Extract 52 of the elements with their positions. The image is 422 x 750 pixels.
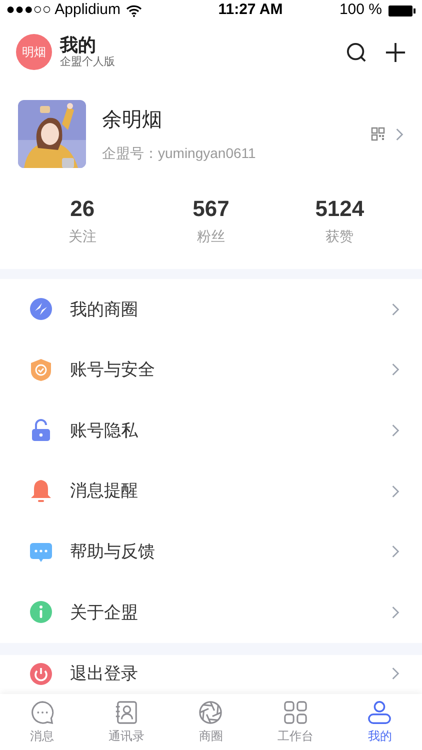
- chevron-icon: [391, 544, 400, 560]
- tab-item[interactable]: 我的: [338, 694, 422, 750]
- grid-icon: [282, 700, 308, 724]
- add-icon[interactable]: [385, 42, 406, 62]
- chevron-icon: [391, 604, 400, 620]
- lock-icon: [29, 418, 53, 442]
- menu-item[interactable]: 我的商圈: [0, 279, 422, 340]
- menu-label: 账号隐私: [70, 420, 139, 442]
- menu-item[interactable]: 消息提醒: [0, 460, 422, 522]
- stat-label: 获赞: [326, 227, 354, 246]
- chevron-icon: [391, 422, 400, 438]
- menu-label: 帮助与反馈: [70, 540, 156, 563]
- chevron-icon: [391, 362, 400, 378]
- stat-count: 567: [192, 198, 230, 220]
- page-title: 我的: [60, 34, 97, 56]
- menu-item[interactable]: 账号隐私: [0, 400, 422, 461]
- chevron-icon: [391, 484, 400, 499]
- person-icon: [367, 700, 392, 724]
- chevron-icon: [391, 302, 400, 317]
- search-icon[interactable]: [346, 42, 367, 62]
- qr-code-icon[interactable]: [371, 127, 385, 141]
- user-name: 余明烟: [102, 108, 163, 132]
- stat-count: 26: [70, 198, 95, 220]
- account-id: 企盟号：yumingyan0611: [102, 144, 256, 163]
- bell-icon: [29, 479, 53, 504]
- stat-label: 粉丝: [196, 227, 225, 246]
- menu-label: 我的商圈: [70, 298, 139, 321]
- subtitle: 企盟个人版: [60, 56, 115, 70]
- carrier-name: ●●●○○ Applidium: [6, 0, 121, 20]
- shield-icon: [29, 358, 53, 382]
- menu-item[interactable]: 退出登录: [0, 654, 422, 693]
- orbit-icon: [29, 297, 53, 322]
- menu-item[interactable]: 帮助与反馈: [0, 521, 422, 582]
- menu-label: 关于企盟: [70, 602, 139, 624]
- menu-label: 消息提醒: [70, 480, 139, 502]
- chat-bubble-icon: [30, 700, 55, 724]
- badge-avatar: 明烟: [16, 34, 52, 70]
- power-icon: [29, 662, 53, 686]
- contact-book-icon: [114, 700, 140, 724]
- clock: 11:27 AM: [218, 0, 283, 20]
- battery-icon: [388, 4, 416, 16]
- stat-label: 关注: [68, 227, 96, 246]
- stat-count: 5124: [315, 198, 364, 220]
- menu-label: 账号与安全: [70, 359, 156, 382]
- chevron-icon: [391, 666, 400, 682]
- menu-item[interactable]: 关于企盟: [0, 582, 422, 643]
- battery-percent: 100 %: [339, 0, 382, 20]
- menu-label: 退出登录: [70, 662, 139, 685]
- aperture-icon: [198, 700, 224, 724]
- menu-item[interactable]: 账号与安全: [0, 340, 422, 400]
- info-icon: [29, 600, 53, 624]
- wifi-icon: [126, 4, 142, 16]
